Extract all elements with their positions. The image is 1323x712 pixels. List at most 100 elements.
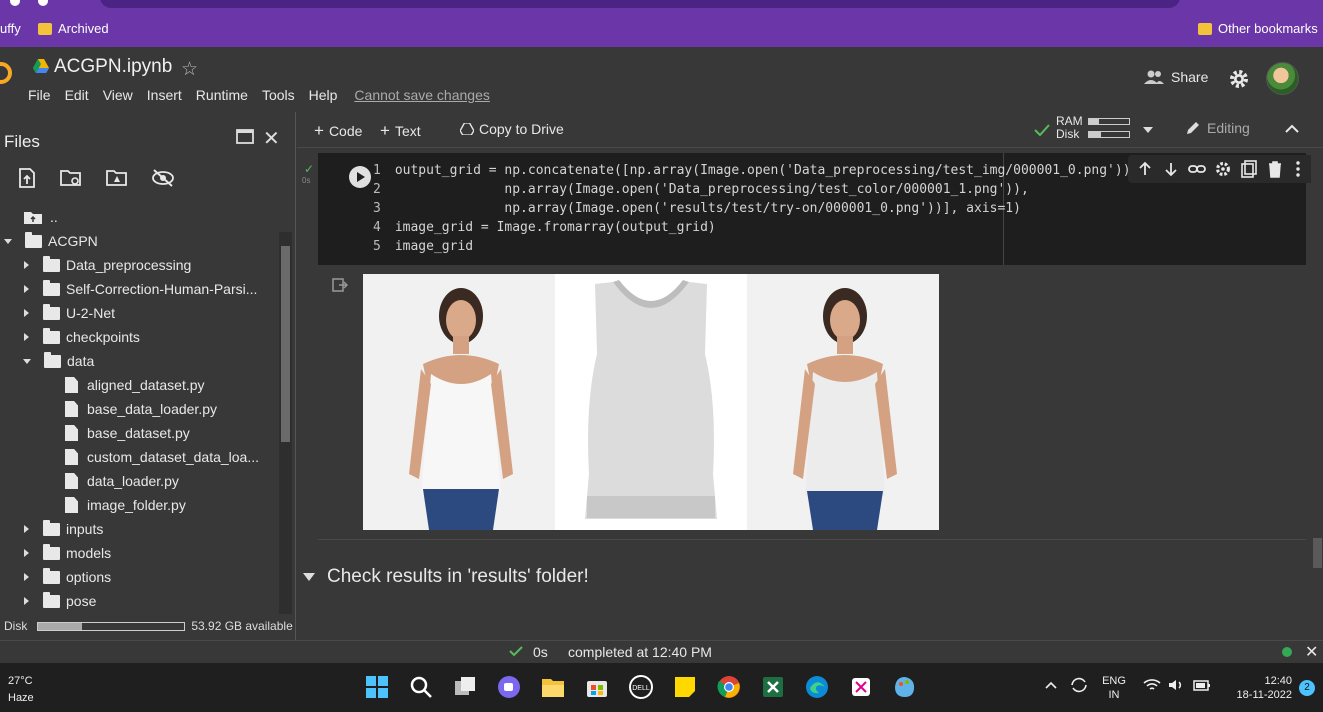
tree-folder[interactable]: models [24, 542, 111, 564]
colab-logo-icon[interactable] [0, 62, 12, 84]
tree-folder[interactable]: inputs [24, 518, 103, 540]
chrome-icon[interactable] [717, 675, 741, 699]
cell-settings-icon[interactable] [1214, 160, 1232, 178]
bookmark-archived[interactable]: Archived [38, 21, 109, 36]
person-image [747, 274, 939, 530]
collapse-section-icon[interactable] [303, 573, 315, 581]
folder-icon [43, 567, 60, 584]
menu-view[interactable]: View [103, 87, 133, 103]
battery-icon[interactable] [1193, 678, 1211, 692]
excel-icon[interactable] [761, 675, 785, 699]
menu-runtime[interactable]: Runtime [196, 87, 248, 103]
star-icon[interactable]: ☆ [181, 58, 198, 81]
tree-item-parent[interactable]: .. [24, 206, 58, 228]
search-icon[interactable] [409, 675, 433, 699]
clock[interactable]: 12:40 18-11-2022 [1222, 674, 1292, 702]
tree-folder[interactable]: pose [24, 590, 96, 612]
scrollbar-thumb[interactable] [281, 246, 290, 442]
open-in-tab-icon[interactable] [236, 129, 254, 144]
file-explorer-icon[interactable] [541, 675, 565, 699]
notebook-title[interactable]: ACGPN.ipynb [54, 56, 172, 78]
bookmark-fragment[interactable]: uffy [0, 21, 21, 36]
user-avatar[interactable] [1266, 62, 1299, 95]
back-icon[interactable] [10, 0, 20, 6]
mirror-cell-icon[interactable] [1240, 160, 1258, 178]
network-sync-icon[interactable] [1070, 677, 1088, 693]
chevron-right-icon [24, 573, 29, 581]
notification-badge[interactable]: 2 [1299, 680, 1315, 696]
sticky-notes-icon[interactable] [673, 675, 697, 699]
scrollbar-thumb[interactable] [1313, 538, 1322, 568]
section-heading[interactable]: Check results in 'results' folder! [303, 566, 589, 588]
menu-insert[interactable]: Insert [147, 87, 182, 103]
refresh-folder-icon[interactable] [60, 168, 82, 188]
reload-icon[interactable] [38, 0, 48, 6]
microsoft-store-icon[interactable] [585, 675, 609, 699]
bookmark-other[interactable]: Other bookmarks [1198, 21, 1318, 36]
share-button[interactable]: Share [1144, 69, 1208, 85]
snipping-tool-icon[interactable] [849, 675, 873, 699]
tree-file[interactable]: base_data_loader.py [65, 398, 217, 420]
code-editor[interactable]: 1 output_grid = np.concatenate([np.array… [373, 161, 1138, 256]
sidebar-scrollbar[interactable] [279, 232, 292, 614]
cannot-save-link[interactable]: Cannot save changes [354, 87, 489, 103]
tree-folder-acgpn[interactable]: ACGPN [4, 230, 98, 252]
add-code-button[interactable]: + Code [314, 121, 362, 141]
tree-file[interactable]: aligned_dataset.py [65, 374, 205, 396]
wifi-icon[interactable] [1143, 678, 1161, 692]
editing-mode-button[interactable]: Editing [1185, 120, 1250, 136]
link-icon[interactable] [1188, 160, 1206, 178]
edge-icon[interactable] [805, 675, 829, 699]
task-view-icon[interactable] [453, 675, 477, 699]
upload-file-icon[interactable] [18, 168, 36, 188]
menu-tools[interactable]: Tools [262, 87, 295, 103]
menu-edit[interactable]: Edit [65, 87, 89, 103]
collapse-header-icon[interactable] [1285, 124, 1299, 134]
weather-widget[interactable]: 27°C Haze [8, 673, 34, 707]
volume-icon[interactable] [1168, 678, 1184, 692]
menu-file[interactable]: File [28, 87, 51, 103]
hide-hidden-files-icon[interactable] [151, 168, 175, 188]
settings-gear-icon[interactable] [1229, 69, 1249, 89]
browser-url-bar[interactable] [0, 0, 1323, 11]
delete-icon[interactable] [1266, 160, 1284, 178]
executed-check-icon: ✓ [304, 162, 315, 176]
close-icon[interactable]: ✕ [263, 126, 280, 151]
output-actions-icon[interactable] [332, 278, 348, 292]
run-cell-button[interactable] [349, 166, 371, 188]
tree-folder[interactable]: checkpoints [24, 326, 140, 348]
teams-chat-icon[interactable] [497, 675, 521, 699]
dell-icon[interactable]: DELL [629, 675, 653, 699]
address-field[interactable] [100, 0, 1180, 8]
move-down-icon[interactable] [1162, 160, 1180, 178]
tree-folder[interactable]: Data_preprocessing [24, 254, 191, 276]
tree-file[interactable]: custom_dataset_data_loa... [65, 446, 259, 468]
paint-app-icon[interactable] [893, 675, 917, 699]
folder-icon [43, 327, 60, 344]
files-sidebar: Files ✕ .. ACGPN Data_preprocessing Self… [0, 112, 296, 640]
tree-folder[interactable]: Self-Correction-Human-Parsi... [24, 278, 257, 300]
tree-folder[interactable]: U-2-Net [24, 302, 115, 324]
notebook-scrollbar[interactable] [1311, 148, 1323, 638]
chevron-up-icon[interactable] [1045, 681, 1057, 689]
tree-folder[interactable]: options [24, 566, 111, 588]
dropdown-arrow-icon[interactable] [1143, 127, 1153, 133]
menu-bar: File Edit View Insert Runtime Tools Help… [28, 87, 504, 103]
close-icon[interactable]: ✕ [1305, 642, 1318, 662]
windows-start-icon[interactable] [365, 675, 389, 699]
tree-file[interactable]: image_folder.py [65, 494, 186, 516]
tree-file[interactable]: base_dataset.py [65, 422, 190, 444]
tank-top-image [555, 274, 747, 530]
language-indicator[interactable]: ENG IN [1099, 674, 1129, 702]
tree-file[interactable]: data_loader.py [65, 470, 179, 492]
chevron-right-icon [24, 309, 29, 317]
copy-to-drive-button[interactable]: Copy to Drive [460, 121, 564, 137]
move-up-icon[interactable] [1136, 160, 1154, 178]
tree-folder-data[interactable]: data [23, 350, 94, 372]
more-options-icon[interactable] [1292, 160, 1304, 178]
code-cell[interactable]: 1 output_grid = np.concatenate([np.array… [318, 153, 1311, 265]
menu-help[interactable]: Help [309, 87, 338, 103]
mount-drive-icon[interactable] [106, 168, 128, 188]
add-text-button[interactable]: + Text [380, 121, 421, 141]
folder-icon [43, 279, 60, 296]
